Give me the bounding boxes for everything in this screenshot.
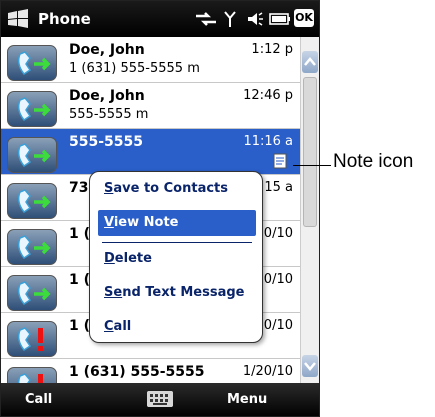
menu-item-accelerator: V — [104, 215, 114, 230]
scroll-down-button[interactable] — [302, 355, 318, 377]
softkey-bar: Call Menu — [1, 383, 319, 416]
menu-item-label: elete — [114, 251, 152, 266]
scroll-thumb[interactable] — [303, 77, 317, 227]
menu-item[interactable]: View Note — [98, 210, 256, 236]
incoming-call-icon — [7, 137, 57, 173]
caller-number: 555-5555 m — [69, 107, 149, 122]
battery-icon[interactable] — [269, 10, 291, 28]
call-row[interactable]: Doe, John 555-5555 m 12:46 p — [1, 83, 301, 129]
menu-item-accelerator: D — [104, 251, 115, 266]
callout-line — [293, 165, 331, 166]
callout-label: Note icon — [333, 151, 414, 172]
call-time: 1/20/10 — [242, 364, 293, 379]
chevron-up-icon — [304, 57, 316, 66]
menu-item-accelerator: C — [104, 319, 114, 334]
context-menu: Save to Contacts View Note Delete Send Text… — [89, 171, 263, 343]
call-time: 0/10 — [263, 272, 293, 287]
call-row[interactable]: 555-5555 11:16 a — [1, 129, 301, 175]
scrollbar[interactable] — [300, 37, 319, 383]
menu-item-accelerator: Se — [104, 285, 123, 300]
scroll-up-button[interactable] — [302, 51, 318, 73]
menu-item[interactable]: Send Text Message — [98, 280, 256, 306]
incoming-call-icon — [7, 275, 57, 311]
menu-item-label: nd Text Message — [122, 285, 245, 300]
menu-item[interactable]: Save to Contacts — [98, 176, 256, 202]
caller-number: 1 (631) 555-5555 m — [69, 61, 200, 76]
caller-name: 1 ( — [69, 226, 91, 242]
incoming-call-icon — [7, 45, 57, 81]
call-time: 12:46 p — [243, 88, 293, 103]
menu-item-label: iew Note — [113, 215, 179, 230]
caller-name: Doe, John — [69, 42, 145, 58]
keyboard-icon[interactable] — [147, 391, 173, 407]
call-row[interactable]: Doe, John 1 (631) 555-5555 m 1:12 p — [1, 37, 301, 83]
menu-item[interactable]: Call — [98, 314, 256, 340]
call-time: 15 a — [264, 180, 293, 195]
menu-item-accelerator: S — [104, 181, 114, 196]
phone-screen: Phone OK Doe, John 1 (631) 555-5555 m 1:12… — [0, 0, 320, 417]
incoming-call-icon — [7, 91, 57, 127]
caller-name: Doe, John — [69, 88, 145, 104]
note-icon[interactable] — [273, 153, 287, 169]
call-time: 1:12 p — [251, 42, 293, 57]
title-bar: Phone OK — [1, 1, 319, 37]
call-time: 0/10 — [263, 226, 293, 241]
call-time: 11:16 a — [243, 134, 293, 149]
chevron-down-icon — [304, 362, 316, 371]
volume-icon[interactable] — [245, 10, 265, 28]
incoming-call-icon — [7, 183, 57, 219]
ok-button[interactable]: OK — [294, 9, 314, 27]
app-title: Phone — [38, 10, 91, 28]
call-time: 0/10 — [263, 318, 293, 333]
menu-item[interactable]: Delete — [98, 246, 256, 272]
caller-name: 555-5555 — [69, 134, 143, 150]
caller-name: 1 ( — [69, 318, 91, 334]
menu-softkey[interactable]: Menu — [227, 392, 267, 407]
menu-item-label: ave to Contacts — [113, 181, 229, 196]
signal-icon[interactable] — [223, 10, 237, 28]
connectivity-icon[interactable] — [194, 10, 218, 28]
menu-item-label: all — [113, 319, 132, 334]
incoming-call-icon — [7, 229, 57, 265]
missed-call-icon — [7, 321, 57, 357]
windows-start-icon[interactable] — [7, 9, 29, 29]
call-softkey[interactable]: Call — [25, 392, 52, 407]
caller-name: 73 — [69, 180, 89, 196]
caller-name: 1 ( — [69, 272, 91, 288]
menu-separator — [102, 242, 252, 243]
caller-name: 1 (631) 555-5555 — [69, 364, 205, 380]
